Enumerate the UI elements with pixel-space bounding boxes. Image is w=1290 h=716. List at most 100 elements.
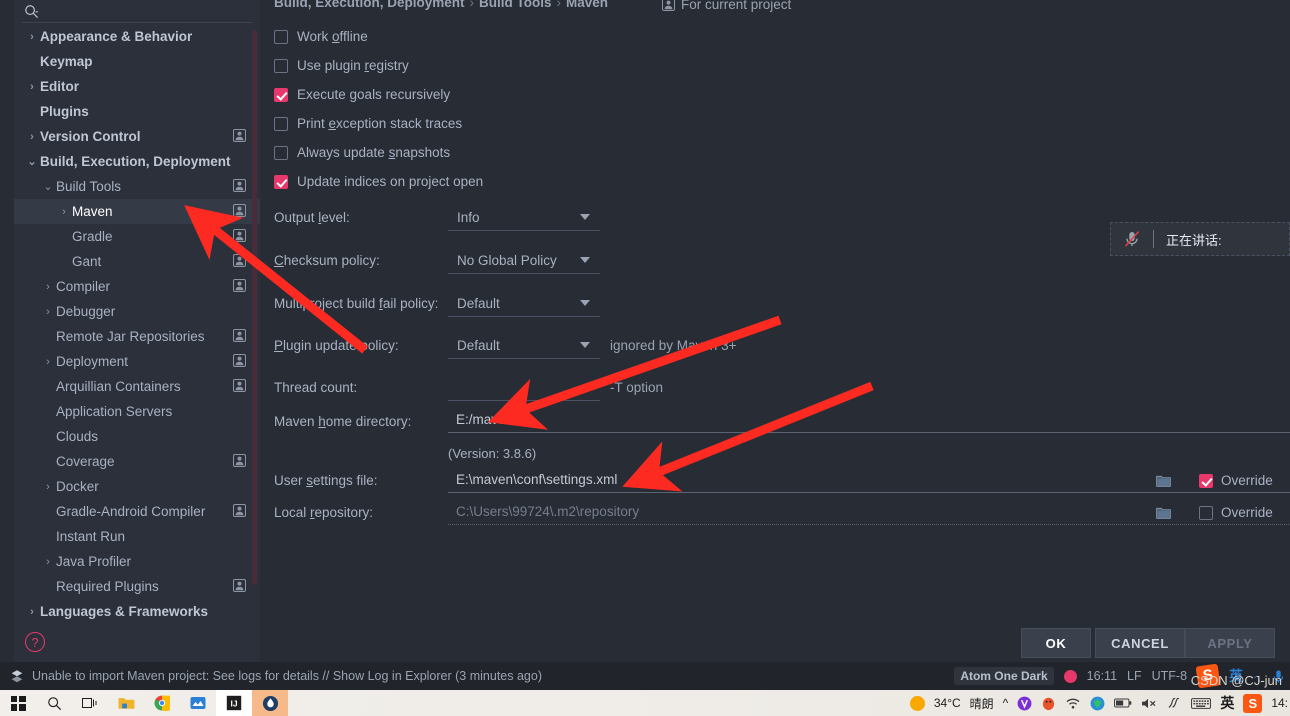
settings-search-input[interactable] [46,2,246,20]
checkbox-row-print-exception-stack-traces[interactable]: Print exception stack traces [274,116,462,131]
task-view-button[interactable] [72,690,108,716]
maven-home-directory-input[interactable]: E:/maven [448,406,1290,433]
sidebar-item-arquillian-containers[interactable]: Arquillian Containers [14,374,260,399]
checkbox-row-execute-goals-recursively[interactable]: Execute goals recursively [274,87,450,102]
checkbox-row-update-indices-on-project-open[interactable]: Update indices on project open [274,174,483,189]
status-line-separator[interactable]: LF [1127,669,1142,683]
local-repository-override[interactable]: Override [1199,505,1273,520]
checkbox-row-always-update-snapshots[interactable]: Always update snapshots [274,145,450,160]
checkbox[interactable] [274,29,288,44]
sidebar-item-instant-run[interactable]: Instant Run [14,524,260,549]
sidebar-item-editor[interactable]: › Editor [14,74,260,99]
taskbar-search-button[interactable] [36,690,72,716]
for-current-project-indicator[interactable]: For current project [662,0,791,12]
chevron-down-icon[interactable] [580,342,590,348]
theme-indicator[interactable]: Atom One Dark [954,667,1054,685]
sidebar-item-java-profiler[interactable]: › Java Profiler [14,549,260,574]
show-hidden-icons-chevron-up-icon[interactable]: ^ [1003,696,1009,710]
status-message-group[interactable]: Unable to import Maven project: See logs… [10,669,542,683]
user-settings-folder-icon[interactable] [1156,474,1171,487]
sidebar-item-version-control[interactable]: › Version Control [14,124,260,149]
chevron-right-icon[interactable]: › [26,81,38,93]
weather-description[interactable]: 晴朗 [970,695,994,712]
sidebar-item-application-servers[interactable]: Application Servers [14,399,260,424]
start-button[interactable] [0,690,36,716]
video-player-icon[interactable] [1017,696,1032,711]
sidebar-item-gradle-android-compiler[interactable]: Gradle-Android Compiler [14,499,260,524]
checkbox[interactable] [274,174,288,189]
intellij-idea-button[interactable]: IJ [216,690,252,716]
sidebar-item-build-execution-deployment[interactable]: ⌄ Build, Execution, Deployment [14,149,260,174]
cancel-button[interactable]: CANCEL [1095,628,1185,658]
checkbox-row-work-offline[interactable]: Work offline [274,29,368,44]
checkbox[interactable] [274,145,288,160]
apply-button[interactable]: APPLY [1185,628,1275,658]
combo-1[interactable]: No Global Policy [448,248,600,274]
sidebar-item-gradle[interactable]: Gradle [14,224,260,249]
combo-2[interactable]: Default [448,291,600,317]
sidebar-item-coverage[interactable]: Coverage [14,449,260,474]
status-message[interactable]: Unable to import Maven project: See logs… [32,669,542,683]
chevron-down-icon[interactable] [580,257,590,263]
foreground-app-button[interactable] [252,690,288,716]
sidebar-item-appearance-behavior[interactable]: › Appearance & Behavior [14,24,260,49]
touch-keyboard-icon[interactable] [1191,697,1212,710]
chevron-right-icon[interactable]: › [58,206,70,218]
file-explorer-button[interactable] [108,690,144,716]
sidebar-item-remote-jar-repositories[interactable]: Remote Jar Repositories [14,324,260,349]
chevron-right-icon[interactable]: › [42,281,54,293]
chevron-down-icon[interactable] [580,300,590,306]
combo-0[interactable]: Info [448,205,600,231]
graphics-settings-icon[interactable] [1167,696,1182,710]
sidebar-scrollbar[interactable] [252,30,257,585]
sidebar-item-clouds[interactable]: Clouds [14,424,260,449]
chevron-right-icon[interactable]: › [26,31,38,43]
chrome-button[interactable] [144,690,180,716]
chevron-down-icon[interactable]: ⌄ [42,180,54,193]
user-settings-override[interactable]: Override [1199,473,1273,488]
chevron-down-icon[interactable] [580,214,590,220]
mic-muted-icon[interactable] [1123,230,1141,248]
local-repository-override-checkbox[interactable] [1199,505,1213,520]
search-icon[interactable] [24,4,39,19]
sidebar-item-build-tools[interactable]: ⌄ Build Tools [14,174,260,199]
taskbar-ime-language[interactable]: 英 [1220,693,1234,713]
sidebar-item-keymap[interactable]: Keymap [14,49,260,74]
combo-4[interactable] [448,375,600,401]
chevron-down-icon[interactable]: ⌄ [26,155,38,168]
taskbar-sogou-icon[interactable]: S [1243,693,1263,713]
sidebar-item-docker[interactable]: › Docker [14,474,260,499]
chevron-right-icon[interactable]: › [26,606,38,618]
weather-temperature[interactable]: 34°C [934,696,961,710]
sidebar-item-required-plugins[interactable]: Required Plugins [14,574,260,599]
taskbar-clock[interactable]: 14: [1271,696,1288,710]
sidebar-item-deployment[interactable]: › Deployment [14,349,260,374]
checkbox[interactable] [274,116,288,131]
sidebar-item-gant[interactable]: Gant [14,249,260,274]
checkbox[interactable] [274,87,288,102]
chevron-right-icon[interactable]: › [42,556,54,568]
help-icon[interactable]: ? [25,632,45,652]
checkbox[interactable] [274,58,288,73]
combo-3[interactable]: Default [448,333,600,359]
security-shield-icon[interactable] [1090,696,1105,711]
chevron-right-icon[interactable]: › [42,481,54,493]
user-settings-override-checkbox[interactable] [1199,473,1213,488]
settings-search-row[interactable] [14,0,260,24]
volume-muted-icon[interactable] [1141,697,1158,710]
local-repository-folder-icon[interactable] [1156,506,1171,519]
sidebar-item-debugger[interactable]: › Debugger [14,299,260,324]
status-encoding[interactable]: UTF-8 [1152,669,1187,683]
checkbox-row-use-plugin-registry[interactable]: Use plugin registry [274,58,409,73]
sidebar-item-maven[interactable]: › Maven [14,199,260,224]
sidebar-item-compiler[interactable]: › Compiler [14,274,260,299]
app-button-blue[interactable] [180,690,216,716]
chevron-right-icon[interactable]: › [42,306,54,318]
sidebar-item-plugins[interactable]: Plugins [14,99,260,124]
chevron-right-icon[interactable]: › [42,356,54,368]
chevron-right-icon[interactable]: › [26,131,38,143]
battery-icon[interactable] [1114,697,1132,709]
qq-icon[interactable] [1041,696,1056,711]
sidebar-item-languages-frameworks[interactable]: › Languages & Frameworks [14,599,260,624]
wifi-icon[interactable] [1065,696,1081,710]
